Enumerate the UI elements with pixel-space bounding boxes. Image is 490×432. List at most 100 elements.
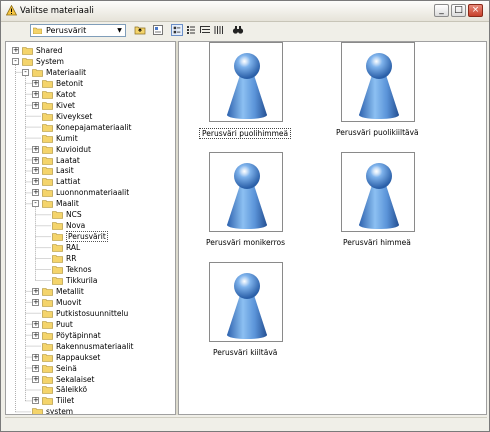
folder-icon: [52, 211, 63, 220]
collapse-icon[interactable]: -: [32, 200, 39, 208]
folder-icon: [42, 200, 53, 209]
material-preview: [341, 42, 415, 122]
expand-icon[interactable]: +: [32, 353, 39, 361]
expand-icon[interactable]: +: [32, 375, 39, 383]
tree-item-label: Lattiat: [56, 177, 81, 187]
tree-item-label: Materiaalit: [46, 67, 87, 77]
folder-icon: [52, 244, 63, 252]
app-icon: [6, 5, 17, 16]
material-thumbnail-label: Perusväri puolikiiltävä: [336, 128, 419, 137]
tree-item-label: system: [46, 407, 74, 415]
folder-up-icon[interactable]: [134, 24, 146, 36]
pawn-preview-icon: [359, 163, 399, 229]
tree-item-label: Laatat: [56, 155, 80, 165]
status-bar: [5, 417, 487, 430]
expand-icon[interactable]: +: [32, 156, 39, 164]
material-thumbnail-label: Perusväri monikerros: [206, 238, 285, 247]
tree-item-label: Seinä: [56, 363, 77, 373]
expand-icon[interactable]: +: [32, 320, 39, 328]
folder-icon: [42, 167, 53, 176]
folder-icon: [52, 255, 63, 263]
tree-item-label: Lasit: [56, 166, 74, 176]
collapse-icon[interactable]: -: [22, 68, 29, 76]
tree-item-label: Kumit: [56, 133, 78, 143]
pawn-preview-icon: [227, 273, 267, 339]
folder-icon: [42, 123, 53, 132]
expand-icon[interactable]: +: [32, 101, 39, 109]
material-preview: [209, 262, 283, 342]
expand-icon[interactable]: +: [32, 79, 39, 87]
expand-icon[interactable]: +: [32, 90, 39, 98]
folder-icon: [42, 178, 53, 187]
tree-item-label: NCS: [66, 210, 82, 220]
pawn-preview-icon: [227, 53, 267, 119]
tree-item-label: Nova: [66, 221, 86, 231]
folder-icon: [22, 58, 33, 66]
toolbar: Perusvärit ▼: [1, 22, 489, 40]
close-button[interactable]: ×: [468, 4, 483, 17]
tree-view-icon[interactable]: [199, 24, 211, 36]
folder-icon: [42, 101, 53, 110]
folder-icon: [42, 145, 53, 154]
material-dialog: Valitse materiaali _ □ × Perusvärit ▼ + …: [0, 0, 490, 432]
details-view-icon[interactable]: [185, 24, 197, 36]
find-icon[interactable]: [232, 24, 244, 36]
expand-icon[interactable]: +: [32, 331, 39, 339]
list-view-icon[interactable]: [171, 24, 183, 36]
folder-icon: [42, 364, 53, 373]
maximize-button[interactable]: □: [451, 4, 466, 17]
pawn-preview-icon: [227, 163, 267, 229]
collapse-icon[interactable]: -: [12, 57, 19, 65]
title-bar[interactable]: Valitse materiaali _ □ ×: [1, 1, 489, 22]
material-preview: [209, 42, 283, 122]
tree-item-label: Metallit: [56, 286, 84, 296]
expand-icon[interactable]: +: [32, 298, 39, 306]
expand-icon[interactable]: +: [32, 364, 39, 372]
folder-icon: [42, 288, 53, 296]
folder-icon: [42, 320, 53, 329]
tree-item-label: Kuvioidut: [56, 144, 91, 154]
tree-item-label: Teknos: [66, 265, 92, 274]
tree-item-label: Pöytäpinnat: [56, 330, 101, 340]
folder-icon: [42, 156, 53, 165]
folder-tree[interactable]: + Shared - System - Materiaalit + Betonit + Katot…: [5, 41, 176, 415]
tree-item-label: Katot: [56, 89, 76, 99]
expand-icon[interactable]: +: [12, 47, 19, 54]
expand-icon[interactable]: +: [32, 397, 39, 405]
material-thumbnails[interactable]: Perusväri puolihimmeä Perusväri puolikiil…: [178, 41, 487, 415]
columns-view-icon[interactable]: [213, 24, 225, 36]
tree-item-label: Rappaukset: [56, 352, 101, 362]
folder-icon: [42, 331, 53, 340]
expand-icon[interactable]: +: [32, 145, 39, 153]
folder-icon: [42, 375, 53, 384]
tree-item-label: Rakennusmateriaalit: [56, 341, 134, 351]
minimize-button[interactable]: _: [434, 4, 449, 17]
tree-item-label: Putkistosuunnittelu: [56, 308, 129, 318]
tree-item-label: Kiveykset: [56, 111, 93, 121]
tree-item-label: Maalit: [56, 199, 79, 209]
folder-combo[interactable]: Perusvärit ▼: [30, 24, 126, 37]
pawn-preview-icon: [359, 53, 399, 119]
expand-icon[interactable]: +: [32, 167, 39, 175]
expand-icon[interactable]: +: [32, 178, 39, 186]
material-thumbnail-label: Perusväri kiiltävä: [213, 348, 278, 357]
folder-icon: [42, 80, 53, 88]
tree-item-label: RR: [66, 254, 77, 264]
material-preview: [209, 152, 283, 232]
folder-icon: [33, 27, 42, 34]
folder-icon: [42, 299, 53, 307]
tree-item-label: Perusvärit: [66, 231, 108, 243]
expand-icon[interactable]: +: [32, 287, 39, 295]
folder-icon: [42, 134, 53, 143]
folder-icon: [42, 397, 53, 406]
folder-icon: [52, 222, 63, 230]
properties-icon[interactable]: [152, 24, 164, 36]
tree-item-label: Shared: [36, 46, 63, 55]
chevron-down-icon[interactable]: ▼: [115, 26, 124, 35]
expand-icon[interactable]: +: [32, 189, 39, 197]
folder-icon: [32, 69, 43, 77]
folder-icon: [52, 277, 63, 285]
tree-item-label: Tikkurila: [66, 275, 98, 285]
folder-icon: [32, 408, 43, 414]
tree-item-label: Muovit: [56, 297, 82, 307]
